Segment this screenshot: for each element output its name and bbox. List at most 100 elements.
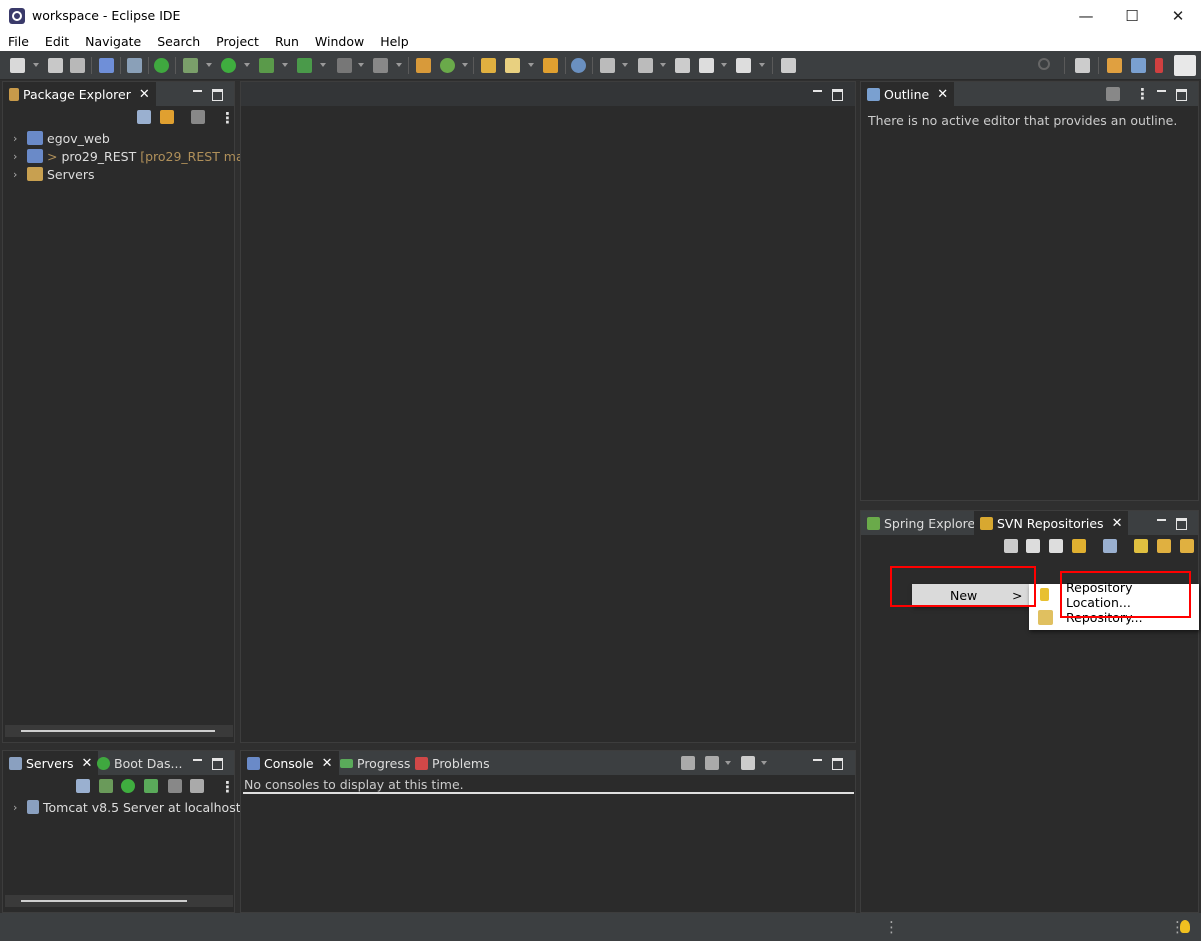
profile-server-icon[interactable] xyxy=(144,779,158,793)
java-ee-perspective-icon[interactable] xyxy=(1107,58,1122,73)
maximize-editor-button[interactable] xyxy=(832,86,843,101)
horizontal-scrollbar[interactable] xyxy=(5,725,233,737)
maximize-view-button[interactable] xyxy=(832,755,843,770)
run-icon[interactable] xyxy=(221,58,236,73)
maximize-view-button[interactable] xyxy=(1176,515,1187,530)
new-dropdown-arrow[interactable] xyxy=(33,63,39,67)
publish-icon[interactable] xyxy=(190,779,204,793)
last-edit-location-icon[interactable] xyxy=(675,58,690,73)
tab-servers[interactable]: Servers ✕ xyxy=(3,751,99,775)
close-button[interactable]: ✕ xyxy=(1155,0,1201,31)
start-server-icon[interactable] xyxy=(121,779,135,793)
close-icon[interactable]: ✕ xyxy=(1112,516,1123,531)
menu-help[interactable]: Help xyxy=(372,34,417,49)
stop-icon[interactable] xyxy=(337,58,352,73)
terminal-icon[interactable] xyxy=(99,58,114,73)
menu-run[interactable]: Run xyxy=(267,34,307,49)
close-icon[interactable]: ✕ xyxy=(937,87,948,102)
debug-perspective-icon[interactable] xyxy=(1131,58,1146,73)
tree-item-pro29-rest[interactable]: › > pro29_REST [pro29_REST master] xyxy=(3,147,273,165)
refresh-icon[interactable] xyxy=(1072,539,1086,553)
import-repository-icon[interactable] xyxy=(1180,539,1194,553)
view-menu-icon[interactable] xyxy=(1135,85,1150,103)
skip-breakpoints-icon[interactable] xyxy=(127,58,142,73)
close-icon[interactable]: ✕ xyxy=(322,756,333,771)
menu-file[interactable]: File xyxy=(0,34,37,49)
tree-item-servers[interactable]: › Servers xyxy=(3,165,95,183)
next-annotation-icon[interactable] xyxy=(600,58,615,73)
menu-window[interactable]: Window xyxy=(307,34,372,49)
home-icon[interactable] xyxy=(1004,539,1018,553)
collapse-all-icon[interactable] xyxy=(1103,539,1117,553)
tab-console[interactable]: Console ✕ xyxy=(241,751,339,775)
minimize-view-button[interactable] xyxy=(1157,86,1167,100)
minimize-editor-button[interactable] xyxy=(813,86,823,100)
save-icon[interactable] xyxy=(48,58,63,73)
maximize-view-button[interactable] xyxy=(1176,86,1187,101)
link-with-editor-icon[interactable] xyxy=(160,110,174,124)
tab-boot-dashboard[interactable]: Boot Das... xyxy=(91,751,188,775)
save-all-icon[interactable] xyxy=(70,58,85,73)
tab-package-explorer[interactable]: Package Explorer ✕ xyxy=(3,82,156,106)
view-menu-icon[interactable] xyxy=(220,109,235,127)
collapse-all-icon[interactable] xyxy=(137,110,151,124)
close-icon[interactable]: ✕ xyxy=(139,87,150,102)
back-arrow-icon[interactable] xyxy=(1026,539,1040,553)
minimize-button[interactable]: — xyxy=(1063,0,1109,31)
web-browser-icon[interactable] xyxy=(571,58,586,73)
previous-annotation-icon[interactable] xyxy=(638,58,653,73)
debug-icon[interactable] xyxy=(183,58,198,73)
new-repository-location-icon[interactable] xyxy=(1134,539,1148,553)
tab-svn-repositories[interactable]: SVN Repositories ✕ xyxy=(974,511,1129,535)
forward-arrow-icon[interactable] xyxy=(1049,539,1063,553)
minimize-view-button[interactable] xyxy=(813,755,823,769)
external-tools-icon[interactable] xyxy=(297,58,312,73)
tab-progress[interactable]: Progress xyxy=(334,751,416,775)
pin-console-icon[interactable] xyxy=(681,756,695,770)
search-icon[interactable] xyxy=(1038,58,1050,70)
view-menu-icon[interactable] xyxy=(220,778,235,796)
java-perspective-icon[interactable] xyxy=(1155,58,1163,73)
pin-editor-icon[interactable] xyxy=(781,58,796,73)
horizontal-scrollbar[interactable] xyxy=(5,895,233,907)
tab-outline[interactable]: Outline ✕ xyxy=(861,82,955,106)
boot-dashboard-icon[interactable] xyxy=(154,58,169,73)
tab-problems[interactable]: Problems xyxy=(409,751,496,775)
minimize-view-button[interactable] xyxy=(193,86,203,100)
tip-lightbulb-icon[interactable] xyxy=(1180,920,1190,933)
new-repository-icon[interactable] xyxy=(1157,539,1171,553)
menu-project[interactable]: Project xyxy=(208,34,267,49)
tab-spring-explorer[interactable]: Spring Explorer xyxy=(861,511,986,535)
maximize-view-button[interactable] xyxy=(212,86,223,101)
deploy-icon[interactable] xyxy=(373,58,388,73)
stop-server-icon[interactable] xyxy=(168,779,182,793)
forward-arrow-icon[interactable] xyxy=(736,58,751,73)
back-arrow-icon[interactable] xyxy=(699,58,714,73)
open-folder-icon[interactable] xyxy=(543,58,558,73)
maximize-button[interactable]: ☐ xyxy=(1109,0,1155,31)
chevron-right-icon[interactable]: › xyxy=(13,168,23,181)
tree-item-egov-web[interactable]: › egov_web xyxy=(3,129,110,147)
chevron-right-icon[interactable]: › xyxy=(13,150,23,163)
chevron-right-icon[interactable]: › xyxy=(13,801,23,814)
display-console-icon[interactable] xyxy=(705,756,719,770)
open-console-icon[interactable] xyxy=(741,756,755,770)
coverage-icon[interactable] xyxy=(259,58,274,73)
new-class-icon[interactable] xyxy=(440,58,455,73)
focus-task-icon[interactable] xyxy=(191,110,205,124)
open-perspective-icon[interactable] xyxy=(1075,58,1090,73)
menu-edit[interactable]: Edit xyxy=(37,34,77,49)
collapse-all-icon[interactable] xyxy=(76,779,90,793)
focus-task-icon[interactable] xyxy=(1106,87,1120,101)
chevron-right-icon[interactable]: › xyxy=(13,132,23,145)
tree-item-tomcat-server[interactable]: › Tomcat v8.5 Server at localhost [S xyxy=(3,798,257,816)
new-package-icon[interactable] xyxy=(416,58,431,73)
maximize-view-button[interactable] xyxy=(212,755,223,770)
minimize-view-button[interactable] xyxy=(1157,515,1167,529)
spring-perspective-icon[interactable] xyxy=(1174,55,1196,76)
minimize-view-button[interactable] xyxy=(193,755,203,769)
new-file-icon[interactable] xyxy=(10,58,25,73)
debug-server-icon[interactable] xyxy=(99,779,113,793)
menu-search[interactable]: Search xyxy=(149,34,208,49)
edit-icon[interactable] xyxy=(505,58,520,73)
